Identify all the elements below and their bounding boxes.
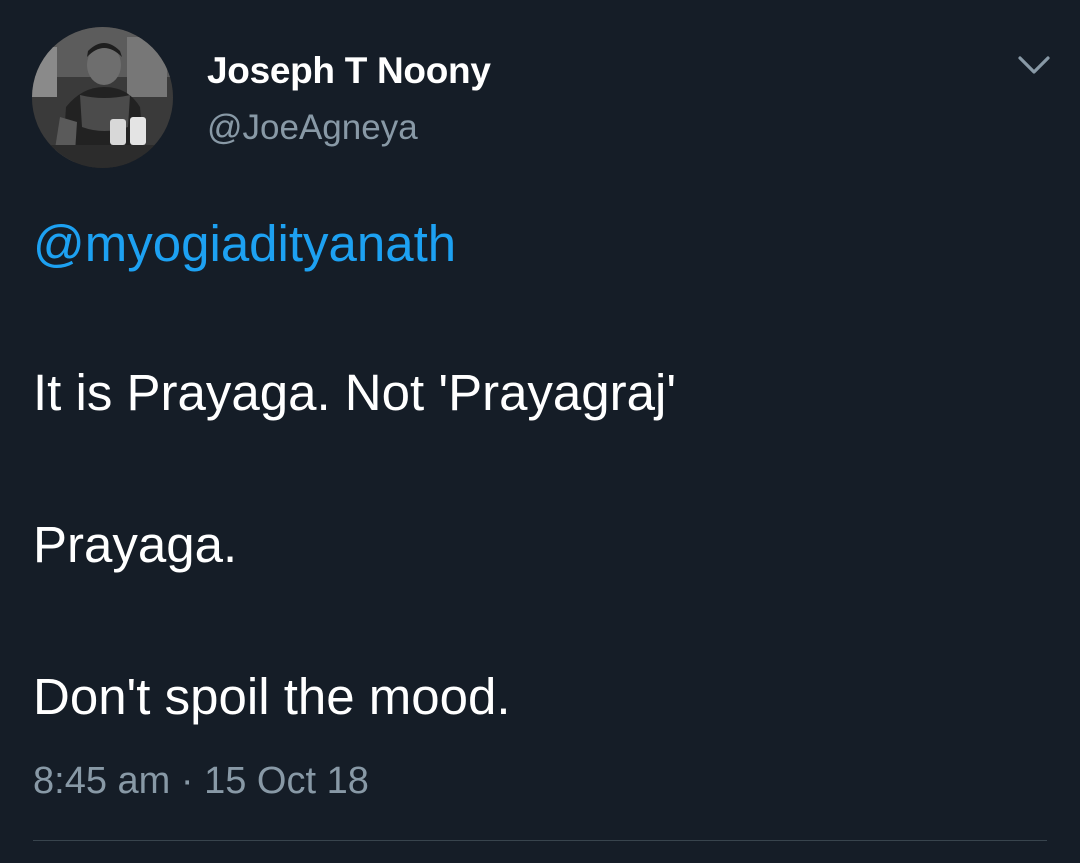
tweet-card: Joseph T Noony @JoeAgneya @myogiadityana…: [0, 0, 1080, 863]
avatar[interactable]: [32, 27, 173, 168]
meta-separator: ·: [180, 760, 194, 802]
divider: [33, 840, 1047, 841]
tweet-text-line: It is Prayaga. Not 'Prayagraj': [33, 364, 677, 421]
profile-photo-image: [32, 27, 173, 168]
mention-link[interactable]: @myogiadityanath: [33, 214, 456, 273]
tweet-timestamp[interactable]: 8:45 am · 15 Oct 18: [33, 760, 369, 803]
tweet-date: 15 Oct 18: [204, 760, 369, 802]
tweet-text-line: Prayaga.: [33, 516, 238, 573]
chevron-down-icon[interactable]: [1014, 50, 1054, 80]
tweet-text-line: Don't spoil the mood.: [33, 668, 511, 725]
author-display-name[interactable]: Joseph T Noony: [207, 50, 491, 92]
tweet-time: 8:45 am: [33, 760, 171, 802]
author-handle[interactable]: @JoeAgneya: [207, 108, 418, 148]
